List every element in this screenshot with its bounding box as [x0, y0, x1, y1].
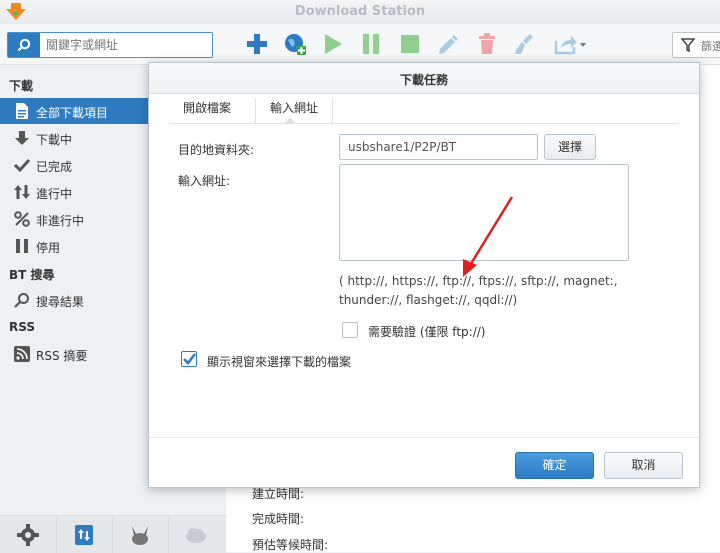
donkey-icon [132, 525, 148, 545]
search-box[interactable] [7, 32, 213, 58]
download-task-dialog: 下載任務 開啟檔案 輸入網址 目的地資料夾: usbshare1/P2P/BT … [148, 62, 700, 488]
pause-icon[interactable] [359, 32, 383, 56]
document-list-icon [16, 103, 28, 119]
dialog-header: 下載任務 [149, 63, 699, 94]
show-window-checkbox[interactable] [181, 351, 197, 367]
search-input[interactable] [46, 33, 206, 57]
arrow-down-icon [15, 131, 29, 145]
tab-open-file[interactable]: 開啟檔案 [169, 99, 245, 123]
add-icon[interactable] [245, 32, 269, 56]
search-icon [14, 293, 29, 308]
detail-completed-label: 完成時間: [252, 512, 305, 526]
add-url-icon[interactable] [283, 32, 307, 56]
share-dropdown-icon[interactable] [553, 32, 587, 56]
cloud-icon [186, 527, 206, 543]
dialog-tabs: 開啟檔案 輸入網址 [169, 93, 679, 124]
clear-completed-icon[interactable] [514, 32, 538, 56]
transfer-button[interactable] [56, 516, 113, 553]
cloud-button[interactable] [168, 516, 224, 553]
up-down-arrows-icon [14, 185, 30, 199]
toolbar: 篩選 [0, 24, 720, 65]
pause-icon [16, 239, 28, 253]
checkmark-icon [183, 353, 197, 365]
destination-label: 目的地資料夾: [178, 143, 255, 157]
resume-icon[interactable] [321, 32, 345, 56]
auth-label: 需要驗證 (僅限 ftp://) [368, 325, 486, 339]
emule-button[interactable] [112, 516, 169, 553]
filter-label: 篩選 [701, 40, 720, 53]
column-header-fragment [710, 78, 720, 94]
cancel-button[interactable]: 取消 [604, 452, 683, 479]
annotation-arrow-icon [463, 196, 514, 277]
rss-icon [14, 346, 30, 362]
stop-icon[interactable] [398, 32, 422, 56]
sidebar-section-bt-search: BT 搜尋 [9, 268, 55, 282]
title-bar: Download Station [0, 0, 720, 25]
sidebar-bottom-bar [0, 515, 226, 553]
edit-icon[interactable] [436, 32, 460, 56]
sidebar-section-rss: RSS [9, 320, 35, 334]
protocols-hint-line2: thunder://, flashget://, qqdl://) [339, 293, 518, 307]
filter-box[interactable]: 篩選 [672, 32, 720, 58]
ok-button[interactable]: 確定 [515, 452, 594, 479]
checkmark-icon [14, 158, 30, 173]
settings-button[interactable] [0, 516, 57, 553]
transfer-icon [75, 524, 93, 545]
destination-field[interactable]: usbshare1/P2P/BT [339, 134, 538, 160]
browse-button[interactable]: 選擇 [544, 134, 596, 160]
url-label: 輸入網址: [178, 174, 231, 188]
detail-eta-label: 預估等候時間: [252, 538, 329, 552]
filter-icon [681, 38, 695, 52]
app-title: Download Station [294, 4, 426, 19]
dialog-title: 下載任務 [399, 73, 448, 87]
active-tab-indicator-icon [285, 117, 295, 123]
auth-checkbox[interactable] [342, 322, 358, 338]
search-icon[interactable] [8, 33, 40, 57]
percent-icon [14, 211, 30, 227]
show-window-label: 顯示視窗來選擇下載的檔案 [207, 355, 352, 369]
sidebar-section-download: 下載 [9, 79, 34, 93]
gear-icon [17, 523, 39, 546]
delete-icon[interactable] [475, 32, 499, 56]
dialog-footer-divider [149, 437, 699, 438]
